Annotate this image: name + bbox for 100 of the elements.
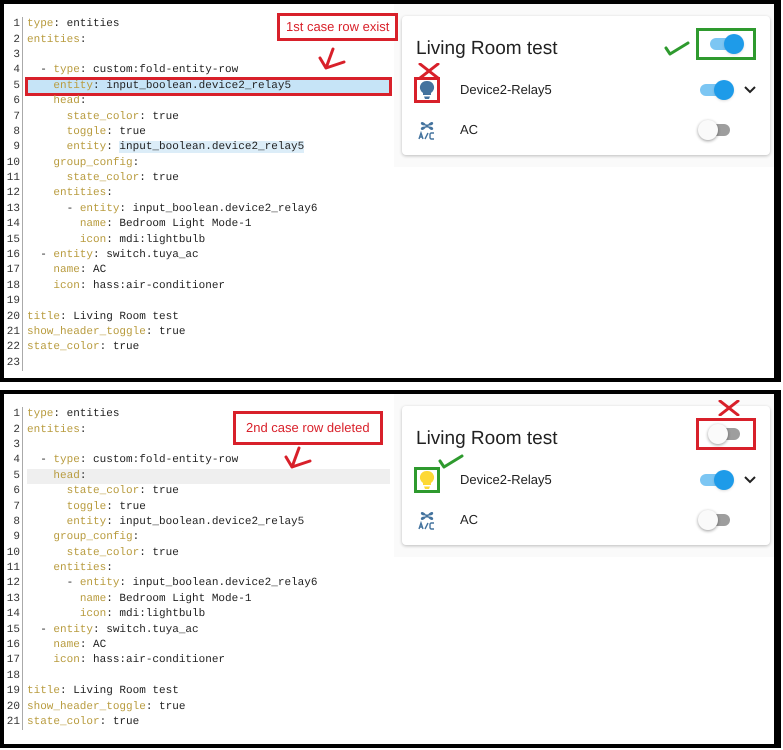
line-number: 10 — [6, 158, 21, 169]
line-number: 8 — [12, 126, 21, 138]
code-line: title: Living Room test — [27, 686, 179, 698]
check-mark-icon — [664, 40, 690, 56]
arrow-icon — [284, 445, 314, 471]
line-number: 4 — [12, 455, 21, 466]
code-line: entity: input_boolean.device2_relay5 — [66, 516, 304, 528]
line-number: 8 — [12, 516, 21, 528]
line-number: 14 — [6, 219, 21, 230]
code-line: group_config: — [52, 532, 140, 544]
entity-name: Device2-Relay5 — [460, 81, 553, 100]
code-line: - type: custom:fold-entity-row — [39, 65, 238, 76]
card-title: Living Room test — [416, 38, 558, 58]
code-line: state_color: true — [27, 717, 140, 728]
entity-name: AC — [460, 511, 480, 530]
code-line: entity: input_boolean.device2_relay5 — [66, 142, 304, 154]
entity-name: Device2-Relay5 — [460, 471, 553, 490]
cross-mark-icon — [418, 63, 440, 79]
fan-icon — [418, 120, 436, 140]
line-number: 5 — [12, 470, 21, 482]
fan-icon — [418, 510, 436, 530]
card-title: Living Room test — [416, 428, 558, 448]
line-number: 10 — [6, 548, 21, 559]
code-line: name: Bedroom Light Mode-1 — [78, 219, 252, 230]
arrow-icon — [318, 46, 348, 72]
line-number: 3 — [12, 440, 21, 451]
line-number: 20 — [6, 312, 21, 323]
line-number: 12 — [6, 188, 21, 200]
code-line: entities: — [27, 34, 86, 46]
line-number: 1 — [12, 19, 21, 30]
annotation-box — [414, 467, 440, 493]
check-mark-icon — [438, 453, 464, 469]
code-line: entities: — [27, 424, 86, 436]
line-number: 18 — [6, 670, 21, 682]
line-number: 4 — [12, 65, 21, 76]
code-line: show_header_toggle: true — [27, 327, 186, 338]
annotation-box — [414, 77, 440, 103]
line-number: 7 — [12, 502, 21, 513]
code-line: name: AC — [52, 265, 106, 276]
code-line: icon: mdi:lightbulb — [78, 234, 206, 246]
chevron-down-icon[interactable] — [744, 476, 756, 484]
code-line: state_color: true — [27, 342, 140, 354]
code-line: show_header_toggle: true — [27, 702, 186, 713]
code-line: group_config: — [52, 158, 140, 169]
code-line: state_color: true — [66, 486, 179, 498]
line-number: 11 — [6, 173, 21, 184]
line-number: 13 — [6, 594, 21, 605]
line-number: 2 — [12, 34, 21, 46]
toggle-switch[interactable] — [698, 80, 734, 100]
code-line: - entity: switch.tuya_ac — [39, 624, 199, 636]
line-number: 19 — [6, 296, 21, 308]
code-line: state_color: true — [66, 548, 179, 559]
line-number: 21 — [6, 327, 21, 338]
code-line: head: — [52, 470, 86, 482]
line-number: 13 — [6, 204, 21, 215]
line-number: 15 — [6, 624, 21, 636]
line-number: 9 — [12, 532, 21, 544]
line-number: 15 — [6, 234, 21, 246]
line-number: 17 — [6, 265, 21, 276]
code-line: entities: — [52, 188, 113, 200]
line-number: 16 — [6, 640, 21, 652]
line-number: 17 — [6, 655, 21, 666]
chevron-down-icon[interactable] — [744, 86, 756, 94]
annotation-label: 2nd case row deleted — [233, 411, 383, 444]
line-number: 11 — [6, 563, 21, 574]
toggle-switch[interactable] — [698, 470, 734, 490]
code-line: toggle: true — [66, 126, 146, 138]
annotation-box — [696, 418, 756, 450]
code-line: title: Living Room test — [27, 312, 179, 323]
code-line: name: Bedroom Light Mode-1 — [78, 594, 252, 605]
line-number: 19 — [6, 686, 21, 698]
code-line: - entity: input_boolean.device2_relay6 — [66, 204, 318, 215]
line-number: 6 — [12, 486, 21, 498]
code-line: icon: hass:air-conditioner — [52, 280, 226, 292]
toggle-switch[interactable] — [708, 34, 744, 54]
annotation-label: 1st case row exist — [277, 13, 398, 40]
line-number: 6 — [12, 96, 21, 108]
line-number: 3 — [12, 50, 21, 61]
line-number: 22 — [6, 342, 21, 354]
line-number: 14 — [6, 609, 21, 620]
annotation-box — [696, 28, 756, 60]
code-line: toggle: true — [66, 502, 146, 513]
code-line: icon: mdi:lightbulb — [78, 609, 206, 620]
line-number: 9 — [12, 142, 21, 154]
line-number: 16 — [6, 250, 21, 262]
code-line: type: entities — [27, 19, 120, 30]
line-number: 21 — [6, 717, 21, 728]
entity-name: AC — [460, 121, 480, 140]
code-line: name: AC — [52, 640, 106, 652]
line-number: 7 — [12, 112, 21, 123]
code-line: type: entities — [27, 409, 120, 420]
code-line: - entity: switch.tuya_ac — [39, 250, 199, 262]
code-line: entity: input_boolean.device2_relay5 — [52, 80, 292, 92]
line-number: 2 — [12, 424, 21, 436]
cross-mark-icon — [718, 400, 740, 416]
line-number: 18 — [6, 280, 21, 292]
line-number: 20 — [6, 702, 21, 713]
line-number: 23 — [6, 358, 21, 369]
line-number: 5 — [12, 80, 21, 92]
line-number: 12 — [6, 578, 21, 590]
